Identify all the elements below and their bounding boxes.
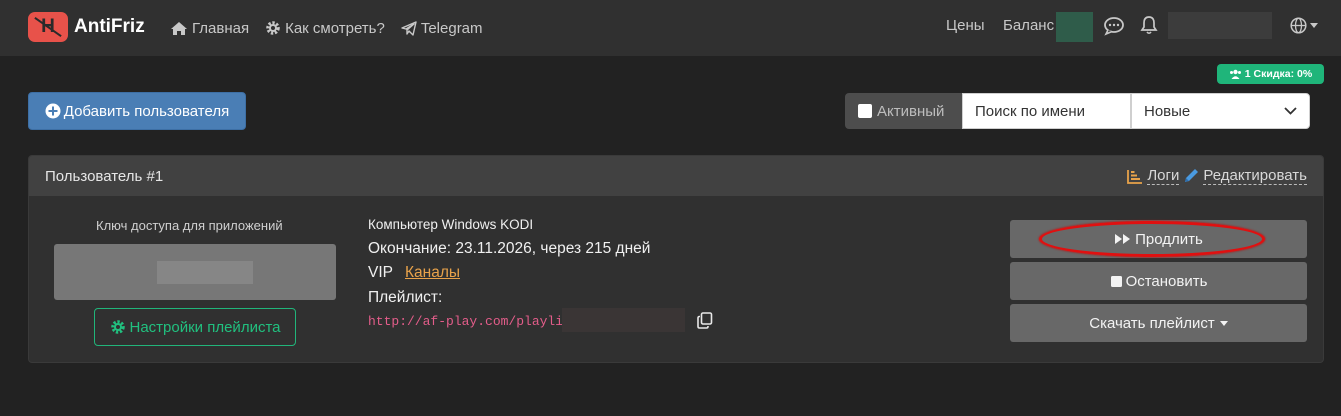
add-user-label: Добавить пользователя [63,102,230,120]
user-menu-redacted[interactable] [1168,12,1272,39]
chart-icon [1127,169,1143,184]
discount-badge: 1 Скидка: 0% [1217,64,1324,84]
nav-link-home[interactable]: Главная [170,20,249,37]
device-info: Компьютер Windows KODI [368,217,534,232]
nav-link-home-label: Главная [192,19,250,37]
nav-links: Главная Как смотреть? Telegram [170,0,499,56]
nav-balance-link[interactable]: Баланс [1003,17,1054,34]
paper-plane-icon [401,20,417,36]
active-filter-label: Активный [877,102,945,120]
plan-row: VIP Каналы [368,264,460,282]
pencil-icon [1185,169,1199,182]
search-by-name-input[interactable] [962,93,1131,129]
playlist-url-redacted [562,308,685,332]
nav-link-how-to-watch-label: Как смотреть? [285,19,385,37]
balance-value-redacted [1056,12,1093,42]
playlist-url[interactable]: http://af-play.com/playli [368,314,563,329]
users-icon [1229,69,1241,79]
plus-circle-icon [45,103,61,119]
fast-forward-icon [1115,234,1131,244]
discount-badge-label: 1 Скидка: 0% [1244,68,1313,80]
notifications-bell-icon[interactable] [1140,15,1158,40]
header-actions: Логи Редактировать [1127,156,1307,196]
brand-logo-letter: H [41,16,55,37]
active-filter-toggle[interactable]: Активный [845,93,962,129]
active-checkbox[interactable] [858,104,872,118]
stop-icon [1110,275,1122,287]
brand[interactable]: H AntiFriz [28,12,145,42]
plan-label: VIP [368,264,393,281]
playlist-settings-button[interactable]: Настройки плейлиста [94,308,296,346]
playlist-label: Плейлист: [368,289,443,306]
caret-down-icon [1219,320,1228,326]
gear-icon [110,320,125,334]
download-playlist-button[interactable]: Скачать плейлист [1010,304,1307,342]
stop-button[interactable]: Остановить [1010,262,1307,300]
access-key-label: Ключ доступа для приложений [96,218,283,233]
nav-link-telegram[interactable]: Telegram [401,20,483,37]
user-card: Пользователь #1 Логи Редактировать Ключ … [28,155,1324,363]
user-card-title: Пользователь #1 [45,167,164,185]
brand-name: AntiFriz [74,16,145,37]
edit-label: Редактировать [1203,166,1307,185]
access-key-box [54,244,336,300]
sort-select[interactable]: Новые [1131,93,1310,129]
filter-group: Активный Новые [845,93,1310,129]
access-key-redacted [157,261,253,284]
chat-icon[interactable] [1103,16,1125,41]
nav-link-how-to-watch[interactable]: Как смотреть? [265,20,385,37]
add-user-button[interactable]: Добавить пользователя [28,92,246,130]
copy-icon[interactable] [697,312,713,334]
home-icon [171,21,187,35]
playlist-settings-label: Настройки плейлиста [129,318,281,336]
nav-prices-link[interactable]: Цены [946,17,985,34]
channels-link[interactable]: Каналы [405,264,460,282]
brand-logo-icon: H [28,12,68,42]
logs-label: Логи [1147,166,1180,185]
sort-select-value: Новые [1144,102,1191,120]
stop-label: Остановить [1125,272,1208,290]
gear-icon [266,21,280,35]
edit-link[interactable]: Редактировать [1183,166,1307,185]
chevron-down-icon [1284,107,1297,115]
language-globe-icon[interactable] [1290,17,1318,34]
renew-button[interactable]: Продлить [1010,220,1307,258]
renew-label: Продлить [1135,230,1203,248]
logs-link[interactable]: Логи [1127,166,1180,185]
expiry-info: Окончание: 23.11.2026, через 215 дней [368,240,651,257]
top-navbar: H AntiFriz Главная Как смотреть? Telegra… [0,0,1341,56]
download-playlist-label: Скачать плейлист [1089,314,1215,332]
user-card-header: Пользователь #1 Логи Редактировать [29,156,1323,196]
chevron-down-icon [1310,23,1318,28]
nav-link-telegram-label: Telegram [420,19,483,37]
